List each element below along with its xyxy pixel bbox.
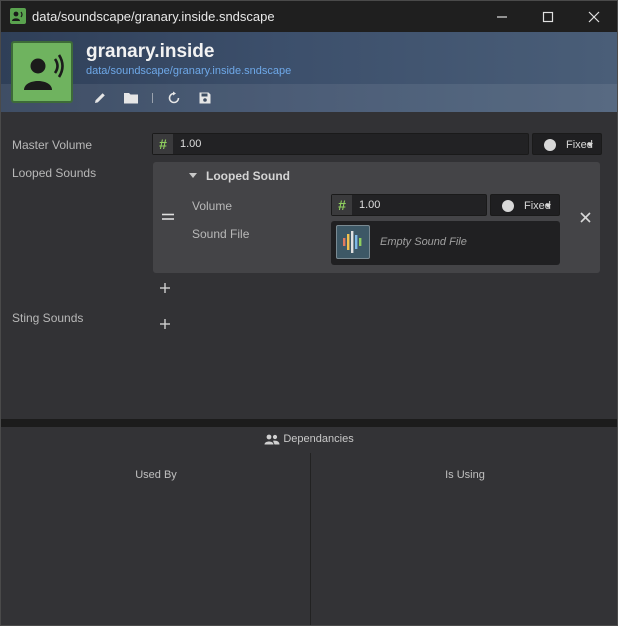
number-hash-icon: # bbox=[153, 134, 173, 154]
refresh-icon bbox=[168, 91, 180, 104]
add-sting-sound-icon[interactable] bbox=[159, 318, 171, 330]
waveform-icon bbox=[343, 231, 362, 253]
pencil-icon bbox=[95, 93, 105, 103]
panel-splitter[interactable] bbox=[1, 419, 617, 427]
sound-file-picker[interactable]: Empty Sound File bbox=[331, 221, 560, 265]
soundscape-icon bbox=[24, 54, 64, 90]
dependencies-title: Dependancies bbox=[283, 433, 354, 446]
edit-button[interactable] bbox=[91, 89, 109, 107]
looped-volume-value: 1.00 bbox=[359, 199, 381, 211]
is-using-header: Is Using bbox=[445, 469, 485, 481]
window-title: data/soundscape/granary.inside.sndscape bbox=[32, 9, 275, 24]
dependencies-header: Dependancies bbox=[1, 433, 617, 445]
sound-file-thumbnail bbox=[336, 225, 370, 259]
master-volume-value: 1.00 bbox=[180, 138, 202, 150]
master-volume-label: Master Volume bbox=[12, 138, 93, 152]
sound-file-placeholder: Empty Sound File bbox=[380, 236, 467, 248]
asset-path-link[interactable]: data/soundscape/granary.inside.sndscape bbox=[86, 65, 291, 77]
dependencies-panel: Dependancies Used By Is Using bbox=[1, 427, 617, 625]
looped-volume-mode-dropdown[interactable]: Fixed bbox=[490, 194, 560, 216]
maximize-icon bbox=[542, 11, 554, 22]
asset-name: granary.inside bbox=[86, 41, 215, 62]
sound-file-label: Sound File bbox=[192, 227, 250, 241]
soundscape-editor-window: data/soundscape/granary.inside.sndscape … bbox=[0, 0, 618, 626]
drag-handle-icon[interactable] bbox=[162, 213, 174, 221]
minimize-icon bbox=[497, 15, 507, 18]
people-icon bbox=[264, 434, 280, 445]
chevron-down-icon bbox=[545, 204, 551, 208]
asset-header: granary.inside data/soundscape/granary.i… bbox=[1, 32, 617, 112]
collapse-triangle-icon[interactable] bbox=[188, 172, 198, 180]
maximize-button[interactable] bbox=[525, 1, 571, 32]
add-looped-sound-icon[interactable] bbox=[159, 282, 171, 294]
mode-dot-icon bbox=[544, 139, 556, 151]
title-bar: data/soundscape/granary.inside.sndscape bbox=[1, 1, 617, 32]
reload-button[interactable] bbox=[165, 89, 183, 107]
remove-item-icon[interactable] bbox=[580, 212, 591, 223]
toolbar-separator bbox=[152, 93, 153, 103]
app-icon bbox=[10, 8, 26, 24]
sting-sounds-label: Sting Sounds bbox=[12, 311, 84, 325]
open-folder-button[interactable] bbox=[122, 89, 140, 107]
looped-sounds-label: Looped Sounds bbox=[12, 166, 97, 180]
number-hash-icon: # bbox=[332, 195, 352, 215]
minimize-button[interactable] bbox=[479, 1, 525, 32]
asset-thumbnail bbox=[11, 41, 73, 103]
folder-icon bbox=[124, 93, 138, 104]
looped-volume-field[interactable]: # 1.00 bbox=[331, 194, 487, 216]
master-volume-field[interactable]: # 1.00 bbox=[152, 133, 529, 155]
chevron-down-icon bbox=[587, 143, 593, 147]
volume-label: Volume bbox=[192, 199, 233, 213]
master-volume-mode-dropdown[interactable]: Fixed bbox=[532, 133, 602, 155]
used-by-header: Used By bbox=[135, 469, 177, 481]
save-icon bbox=[199, 92, 211, 104]
close-button[interactable] bbox=[571, 1, 617, 32]
looped-sound-header[interactable]: Looped Sound bbox=[206, 169, 290, 183]
close-icon bbox=[588, 11, 600, 22]
mode-dot-icon bbox=[502, 200, 514, 212]
save-button[interactable] bbox=[196, 89, 214, 107]
